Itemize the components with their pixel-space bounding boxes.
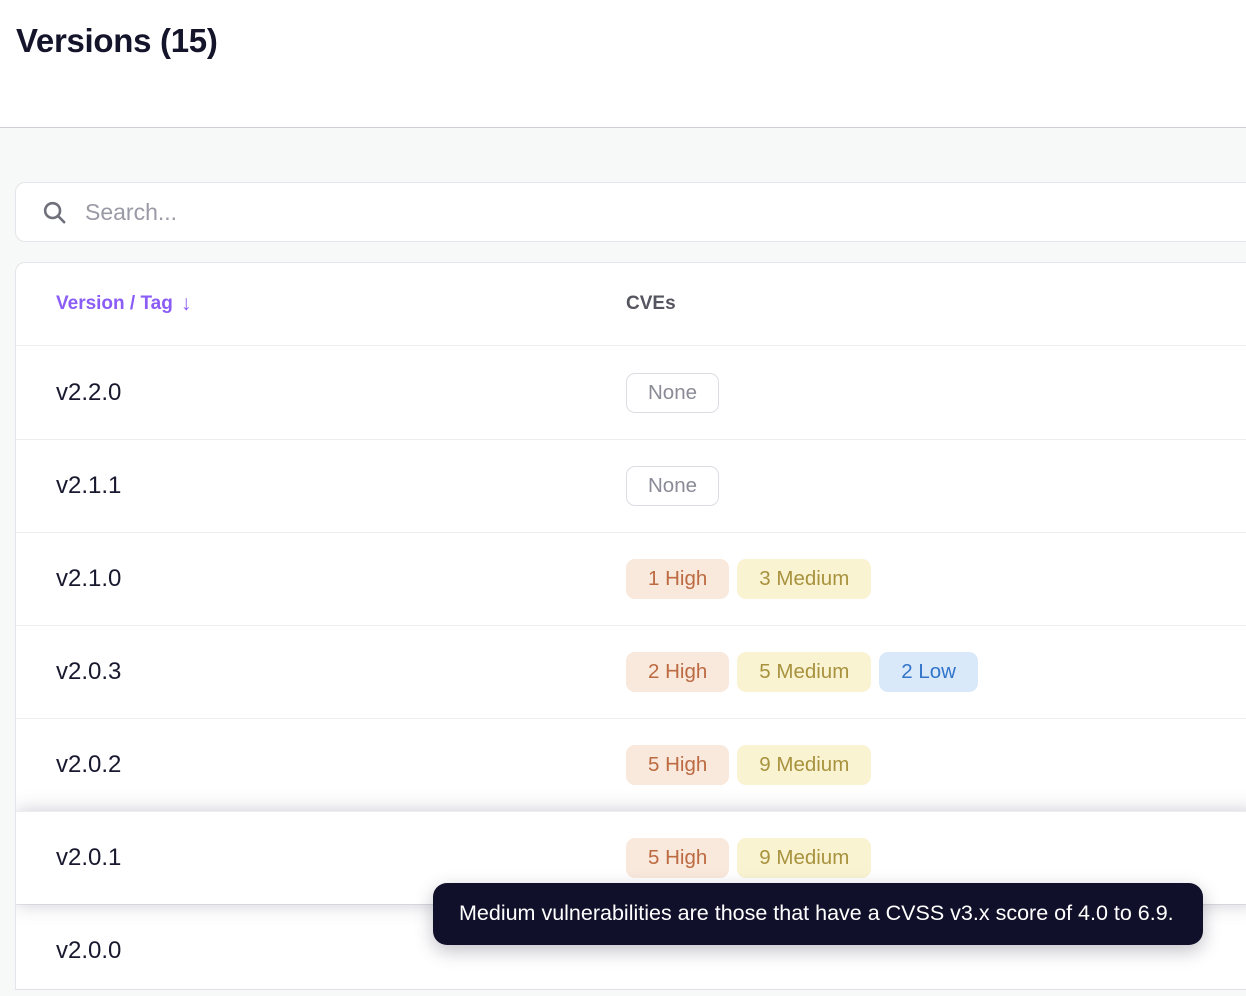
search-box[interactable] [15,182,1246,242]
column-header-version-tag-label: Version / Tag [56,293,173,314]
cves-cell: 1 High 3 Medium [626,559,872,599]
cve-badge-medium[interactable]: 9 Medium [737,838,872,878]
cve-badge-high[interactable]: 5 High [626,745,730,785]
table-row[interactable]: v2.1.1 None [16,439,1246,532]
content-area: Version / Tag ↓ CVEs v2.2.0 None v2.1.1 Non… [0,128,1246,996]
column-header-cves-label: CVEs [626,293,676,314]
cve-badge-high[interactable]: 2 High [626,652,730,692]
versions-table: Version / Tag ↓ CVEs v2.2.0 None v2.1.1 Non… [15,262,1246,990]
cves-cell: 2 High 5 Medium 2 Low [626,652,978,692]
cve-badge-none[interactable]: None [626,372,720,413]
versions-page: Versions (15) Version / Tag ↓ CVEs [0,0,1246,996]
cves-cell: 5 High 9 Medium [626,745,872,785]
cve-badge-high[interactable]: 1 High [626,559,730,599]
version-label: v2.0.3 [56,658,122,685]
cve-badge-medium[interactable]: 9 Medium [737,745,872,785]
table-row[interactable]: v2.0.2 5 High 9 Medium [16,718,1246,811]
cves-cell: None [626,466,720,506]
table-row[interactable]: v2.0.3 2 High 5 Medium 2 Low [16,625,1246,718]
medium-cve-tooltip: Medium vulnerabilities are those that ha… [433,883,1203,945]
cves-cell: None [626,372,720,413]
column-header-version-tag[interactable]: Version / Tag ↓ [16,292,626,316]
version-label: v2.2.0 [56,378,122,406]
search-icon [41,199,68,226]
table-row[interactable]: v2.2.0 None [16,346,1246,439]
page-header: Versions (15) [0,0,1246,128]
table-header-row: Version / Tag ↓ CVEs [16,263,1246,346]
cve-badge-medium[interactable]: 3 Medium [737,559,872,599]
cves-cell: 5 High 9 Medium [626,838,872,878]
search-input[interactable] [85,198,1246,226]
cve-badge-low[interactable]: 2 Low [879,652,978,692]
page-title: Versions (15) [16,22,218,59]
column-header-cves: CVEs [626,293,676,315]
version-label: v2.0.1 [56,844,122,871]
version-label: v2.1.1 [56,472,122,499]
version-label: v2.0.2 [56,751,122,778]
table-row[interactable]: v2.1.0 1 High 3 Medium [16,532,1246,625]
cve-badge-none[interactable]: None [626,466,720,506]
sort-descending-icon: ↓ [180,292,192,315]
cve-badge-high[interactable]: 5 High [626,838,730,878]
cve-badge-medium[interactable]: 5 Medium [737,652,872,692]
version-label: v2.1.0 [56,565,122,592]
